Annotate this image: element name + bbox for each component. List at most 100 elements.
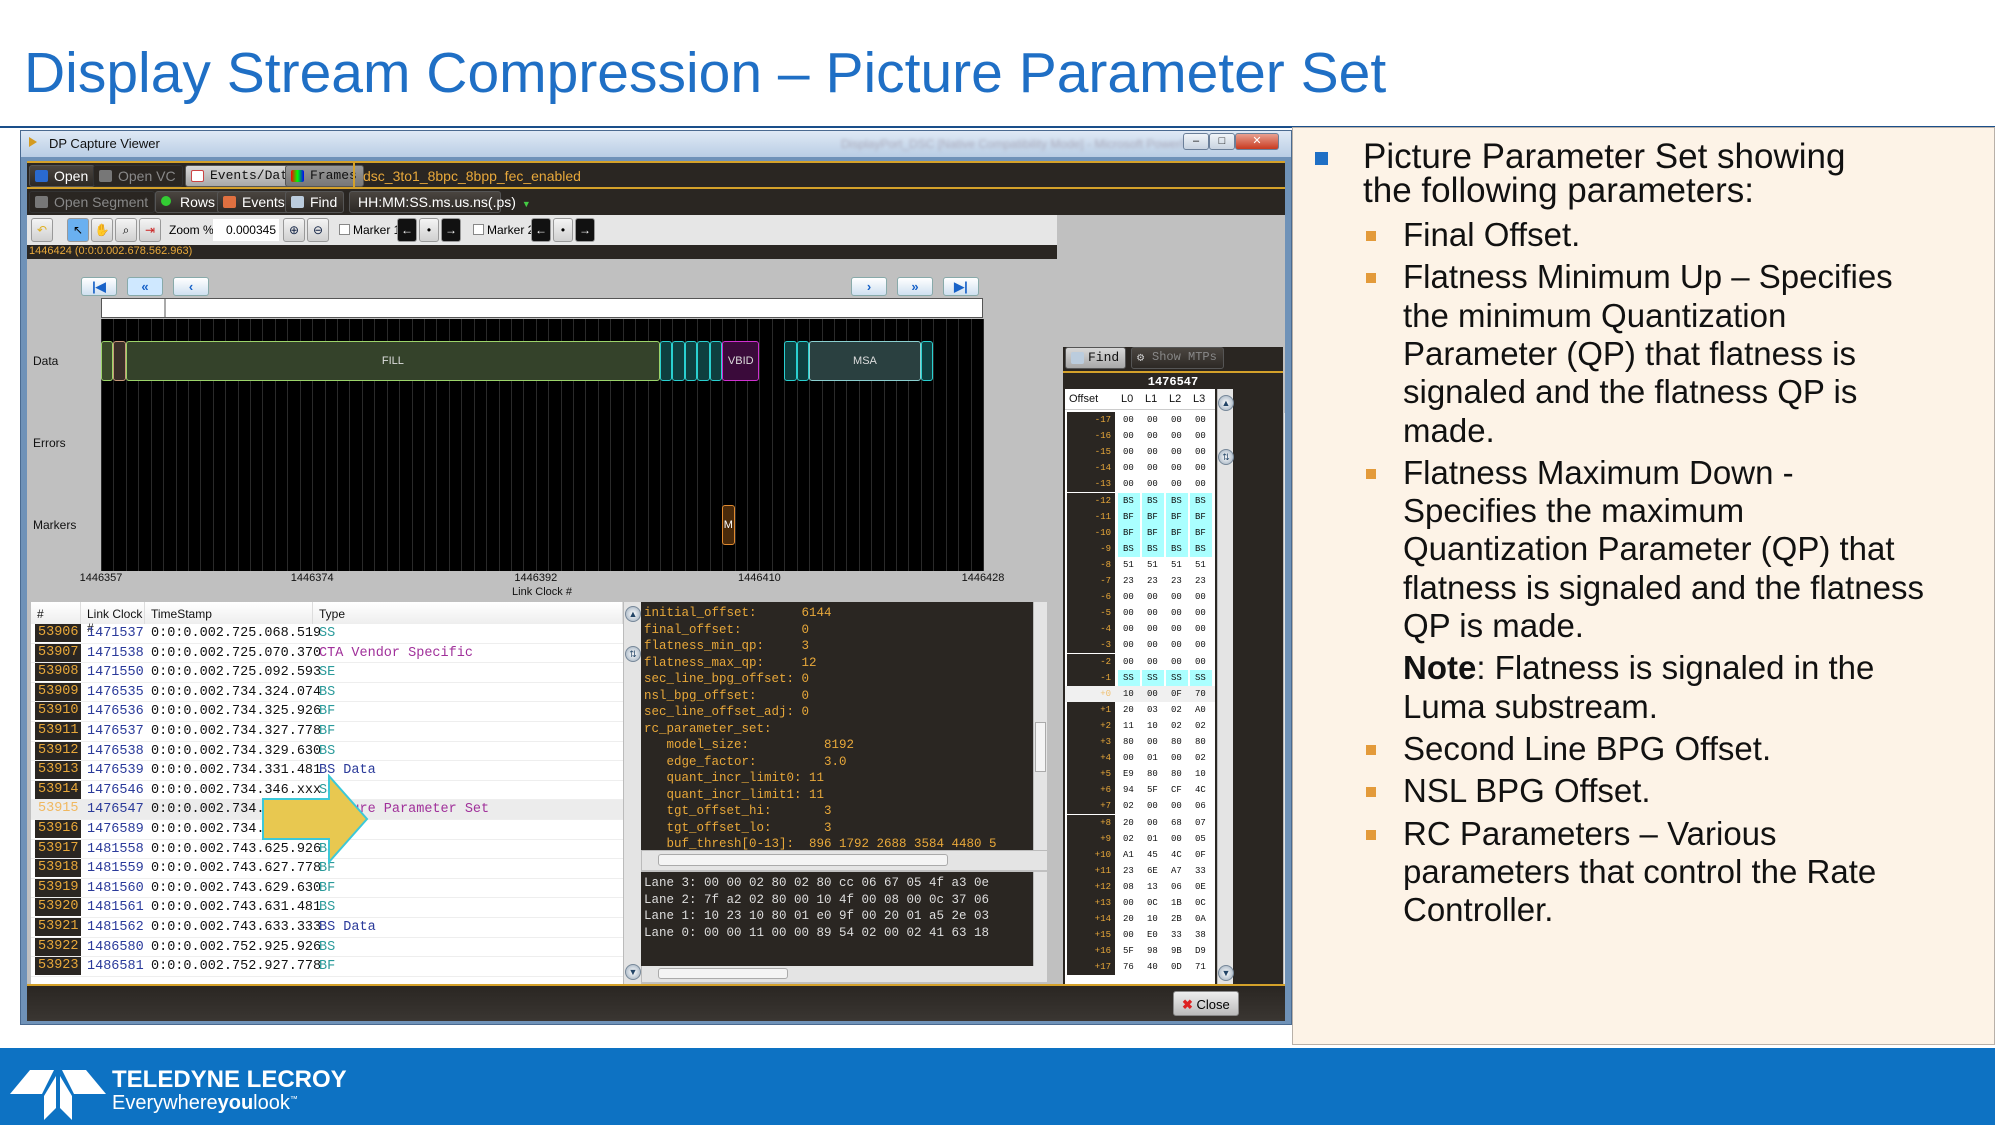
table-row[interactable]: 53907 1471538 0:0:0.002.725.070.370 CTA Ven… bbox=[31, 643, 623, 664]
lane-byte: 02 bbox=[1195, 753, 1206, 764]
undo-button[interactable]: ↶ bbox=[31, 218, 53, 242]
offset-value: +9 bbox=[1100, 833, 1111, 844]
table-row[interactable]: 53923 1486581 0:0:0.002.752.927.778 BF bbox=[31, 957, 623, 977]
marker2-center-button[interactable]: • bbox=[553, 218, 573, 242]
scroll-up-icon[interactable]: ▲ bbox=[1218, 395, 1234, 411]
pointer-tool-button[interactable]: ↖ bbox=[67, 218, 89, 242]
lane-byte: A7 bbox=[1171, 865, 1182, 876]
table-row[interactable]: 53921 1481562 0:0:0.002.743.633.333 BS Data bbox=[31, 918, 623, 938]
data-segment[interactable] bbox=[784, 341, 797, 381]
marker2-checkbox[interactable] bbox=[473, 224, 484, 235]
table-row[interactable]: 53912 1476538 0:0:0.002.734.329.630 BS bbox=[31, 741, 623, 762]
fast-back-button[interactable]: « bbox=[127, 277, 163, 296]
open-button[interactable]: Open bbox=[29, 165, 96, 187]
bullet-square-icon bbox=[1366, 231, 1376, 241]
scroll-thumb[interactable]: ⇅ bbox=[625, 646, 641, 662]
table-row[interactable]: 53919 1481560 0:0:0.002.743.629.630 BF bbox=[31, 878, 623, 899]
bullet-text-line: the minimum Quantization bbox=[1403, 297, 1786, 335]
params-vscrollbar[interactable] bbox=[1033, 602, 1047, 850]
params-hscrollbar[interactable] bbox=[641, 850, 1047, 870]
data-segment[interactable] bbox=[672, 341, 685, 381]
parameter-line: tgt_offset_lo: 3 bbox=[644, 820, 832, 835]
zoom-input[interactable]: 0.000345 bbox=[213, 219, 279, 241]
forward-button[interactable]: › bbox=[851, 277, 887, 296]
scroll-up-icon[interactable]: ▲ bbox=[625, 606, 641, 622]
table-row[interactable]: 53906 1471537 0:0:0.002.725.068.519 SS bbox=[31, 624, 623, 644]
marker1-center-button[interactable]: • bbox=[419, 218, 439, 242]
data-segment[interactable] bbox=[709, 341, 723, 381]
zoom-out-button[interactable]: ⊖ bbox=[307, 218, 329, 242]
frames-tab[interactable]: Frames bbox=[285, 165, 364, 187]
table-row[interactable]: 53910 1476536 0:0:0.002.734.325.926 BF bbox=[31, 702, 623, 722]
marker1-checkbox[interactable] bbox=[339, 224, 350, 235]
maximize-button[interactable]: □ bbox=[1209, 133, 1235, 150]
marker2-prev-button[interactable]: ← bbox=[531, 218, 551, 242]
data-segment[interactable]: FILL bbox=[125, 341, 660, 381]
measure-tool-button[interactable]: ⇥ bbox=[139, 218, 161, 242]
row-number: 53916 bbox=[35, 820, 81, 838]
table-row[interactable]: 53908 1471550 0:0:0.002.725.092.593 SE bbox=[31, 663, 623, 683]
column-header[interactable]: Type bbox=[313, 602, 623, 624]
close-window-button[interactable]: ✕ bbox=[1235, 133, 1279, 150]
close-button[interactable]: ✖ Close bbox=[1173, 991, 1239, 1016]
hex-hscrollbar[interactable] bbox=[641, 966, 1047, 982]
column-header[interactable]: TimeStamp bbox=[145, 602, 313, 624]
data-segment[interactable] bbox=[796, 341, 810, 381]
waveform-plot[interactable]: FILL VBID MSA M bbox=[101, 319, 984, 571]
scroll-down-icon[interactable]: ▼ bbox=[625, 964, 641, 980]
lane-column-header[interactable]: L1 bbox=[1145, 393, 1157, 405]
data-segment[interactable] bbox=[920, 341, 934, 381]
minimize-button[interactable]: – bbox=[1183, 133, 1209, 150]
lane-column-header[interactable]: Offset bbox=[1069, 393, 1098, 405]
scroll-down-icon[interactable]: ▼ bbox=[1218, 965, 1234, 981]
open-vc-button[interactable]: Open VC bbox=[93, 165, 183, 187]
table-row[interactable]: 53922 1486580 0:0:0.002.752.925.926 BS bbox=[31, 937, 623, 958]
marker2-next-button[interactable]: → bbox=[575, 218, 595, 242]
hex-vscrollbar[interactable] bbox=[1033, 872, 1047, 966]
fast-forward-button[interactable]: » bbox=[897, 277, 933, 296]
scroll-thumb[interactable] bbox=[1035, 722, 1046, 772]
table-row[interactable]: 53909 1476535 0:0:0.002.734.324.074 BS bbox=[31, 682, 623, 703]
data-segment[interactable]: MSA bbox=[809, 341, 921, 381]
marker1-prev-button[interactable]: ← bbox=[397, 218, 417, 242]
marker1-next-button[interactable]: → bbox=[441, 218, 461, 242]
lane-column-header[interactable]: L0 bbox=[1121, 393, 1133, 405]
time-format-dropdown[interactable]: HH:MM:SS.ms.us.ns(.ps) ▼ bbox=[349, 191, 531, 213]
zoom-in-button[interactable]: ⊕ bbox=[283, 218, 305, 242]
events-button[interactable]: Events bbox=[217, 191, 292, 213]
lane-byte: 00 bbox=[1171, 753, 1182, 764]
open-segment-button[interactable]: Open Segment bbox=[29, 191, 156, 213]
data-segment[interactable] bbox=[684, 341, 698, 381]
data-segment[interactable]: VBID bbox=[722, 341, 760, 381]
last-button[interactable]: ▶| bbox=[943, 277, 979, 296]
lane-byte: 80 bbox=[1123, 737, 1134, 747]
scroll-thumb[interactable] bbox=[658, 968, 788, 979]
table-scrollbar[interactable]: ▲ ⇅ ▼ bbox=[623, 602, 641, 984]
overview-scrollbar[interactable] bbox=[101, 298, 983, 318]
data-segment[interactable] bbox=[101, 341, 114, 381]
rows-button[interactable]: Rows bbox=[155, 191, 223, 213]
table-row[interactable]: 53920 1481561 0:0:0.002.743.631.481 BS bbox=[31, 898, 623, 918]
offset-value: +7 bbox=[1100, 801, 1111, 812]
table-row[interactable]: 53911 1476537 0:0:0.002.734.327.778 BF bbox=[31, 722, 623, 742]
first-button[interactable]: |◀ bbox=[81, 277, 117, 296]
back-button[interactable]: ‹ bbox=[173, 277, 209, 296]
lane-find-button[interactable]: Find bbox=[1065, 347, 1127, 369]
scroll-thumb[interactable] bbox=[658, 854, 948, 866]
scroll-thumb[interactable]: ⇅ bbox=[1218, 449, 1234, 465]
lane-column-header[interactable]: L3 bbox=[1193, 393, 1205, 405]
lane-scrollbar[interactable]: ▲ ⇅ ▼ bbox=[1217, 389, 1234, 987]
zoom-tool-button[interactable]: ⌕ bbox=[115, 218, 137, 242]
data-segment[interactable] bbox=[697, 341, 710, 381]
lane-column-header[interactable]: L2 bbox=[1169, 393, 1181, 405]
show-mtps-button[interactable]: ⚙ Show MTPs bbox=[1131, 347, 1224, 369]
find-button[interactable]: Find bbox=[285, 191, 345, 213]
data-segment[interactable] bbox=[113, 341, 126, 381]
overview-cursor[interactable] bbox=[164, 299, 166, 317]
pan-tool-button[interactable]: ✋ bbox=[91, 218, 113, 242]
marker-flag[interactable]: M bbox=[722, 505, 735, 545]
data-segment[interactable] bbox=[660, 341, 673, 381]
column-header[interactable]: # bbox=[31, 602, 81, 624]
column-header[interactable]: Link Clock # bbox=[81, 602, 145, 635]
offset-value: -14 bbox=[1094, 463, 1111, 474]
